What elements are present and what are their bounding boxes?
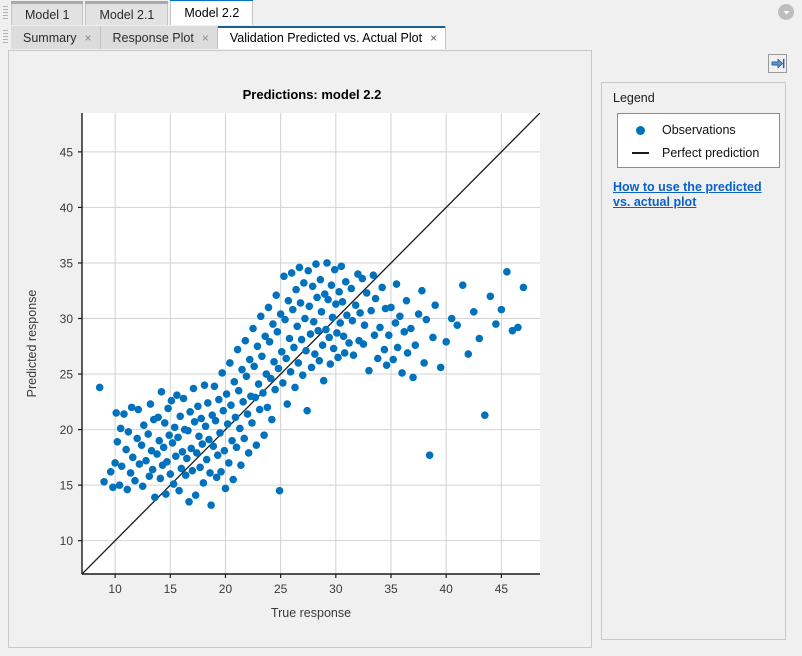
legend-entry-label: Observations	[662, 123, 736, 137]
model-tab-label: Model 1	[25, 7, 70, 22]
doc-tab-label: Response Plot	[112, 30, 194, 45]
svg-text:True response: True response	[271, 606, 351, 620]
svg-text:30: 30	[60, 312, 74, 326]
model-tab-label: Model 2.1	[99, 7, 155, 22]
svg-text:40: 40	[60, 201, 74, 215]
legend-side-pane: Legend Observations Perfect prediction H…	[593, 50, 794, 648]
svg-text:25: 25	[274, 582, 288, 596]
model-tab-label: Model 2.2	[184, 6, 240, 20]
svg-text:10: 10	[60, 534, 74, 548]
svg-text:15: 15	[60, 479, 74, 493]
tab-response-plot[interactable]: Response Plot ×	[100, 26, 218, 49]
model-tabbar-grip[interactable]	[0, 0, 11, 25]
chevron-down-circle-icon[interactable]	[778, 4, 794, 20]
model-tab-2[interactable]: Model 2.1	[85, 1, 169, 25]
model-tab-3[interactable]: Model 2.2	[170, 0, 254, 25]
legend-entry-observations: Observations	[618, 119, 779, 141]
svg-text:35: 35	[60, 256, 74, 270]
close-icon[interactable]: ×	[84, 32, 91, 44]
plot-pane: Predictions: model 2.2 10 15 20 25 30 35 40 45 1…	[8, 50, 592, 648]
observations-marker-icon	[618, 125, 662, 135]
svg-text:Predicted response: Predicted response	[25, 290, 39, 398]
close-icon[interactable]: ×	[430, 32, 437, 44]
regression-learner-window: Model 1 Model 2.1 Model 2.2 Summary × Re…	[0, 0, 802, 656]
tab-summary[interactable]: Summary ×	[11, 26, 101, 49]
svg-text:45: 45	[60, 145, 74, 159]
tab-validation-predicted-vs-actual-plot[interactable]: Validation Predicted vs. Actual Plot ×	[217, 26, 447, 49]
help-link-predicted-vs-actual[interactable]: How to use the predicted vs. actual plot	[613, 180, 781, 210]
svg-text:10: 10	[108, 582, 122, 596]
svg-text:15: 15	[164, 582, 178, 596]
perfect-prediction-line-icon	[618, 152, 662, 154]
svg-text:20: 20	[219, 582, 233, 596]
svg-text:40: 40	[440, 582, 454, 596]
model-tab-1[interactable]: Model 1	[11, 1, 84, 25]
svg-text:25: 25	[60, 368, 74, 382]
svg-text:45: 45	[495, 582, 509, 596]
close-icon[interactable]: ×	[202, 32, 209, 44]
svg-text:30: 30	[329, 582, 343, 596]
collapse-panel-right-icon[interactable]	[768, 54, 787, 73]
legend-entry-label: Perfect prediction	[662, 146, 760, 160]
doc-tabbar-grip[interactable]	[0, 24, 11, 49]
legend-entry-perfect-prediction: Perfect prediction	[618, 142, 779, 164]
svg-text:35: 35	[384, 582, 398, 596]
svg-text:20: 20	[60, 423, 74, 437]
legend-box: Observations Perfect prediction	[617, 113, 780, 168]
predicted-vs-actual-scatter-plot[interactable]: 10 15 20 25 30 35 40 45 10 15 20 25 30 35 40 45 True res…	[9, 51, 593, 649]
doc-tab-label: Summary	[23, 30, 77, 45]
content-area: Predictions: model 2.2 10 15 20 25 30 35 40 45 1…	[0, 49, 802, 656]
model-tab-bar: Model 1 Model 2.1 Model 2.2	[0, 0, 802, 25]
legend-panel: Legend Observations Perfect prediction H…	[601, 82, 786, 640]
document-tab-bar: Summary × Response Plot × Validation Pre…	[0, 25, 802, 49]
legend-title: Legend	[613, 91, 655, 105]
doc-tab-label: Validation Predicted vs. Actual Plot	[229, 30, 423, 45]
